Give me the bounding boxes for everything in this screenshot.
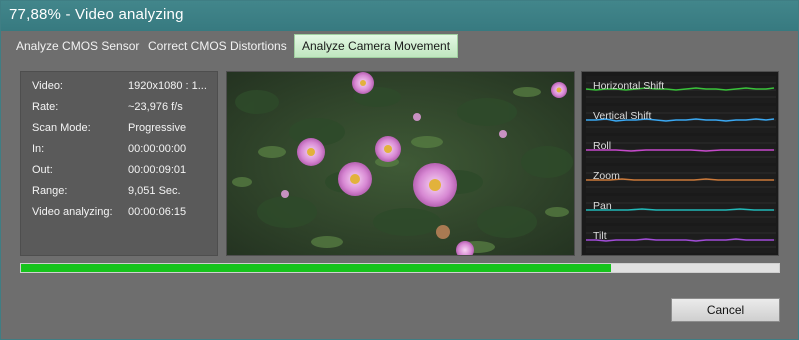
progress-fill: [21, 264, 612, 272]
tab-analyze-camera-movement[interactable]: Analyze Camera Movement: [294, 34, 459, 58]
info-value: ~23,976 f/s: [128, 101, 183, 113]
info-key: Out:: [32, 164, 53, 176]
info-value: 00:00:00:00: [128, 143, 187, 155]
info-value: 9,051 Sec.: [128, 185, 181, 197]
graph-label: Zoom: [593, 170, 620, 182]
graph-label: Tilt: [593, 230, 607, 242]
graph-label: Roll: [593, 140, 612, 152]
window-title: 77,88% - Video analyzing: [9, 6, 184, 23]
title-bar[interactable]: 77,88% - Video analyzing: [1, 1, 798, 31]
info-row-range: Range: 9,051 Sec.: [32, 185, 216, 201]
camera-movement-graphs: Horizontal Shift Vertical Shift Roll Zoo…: [581, 71, 779, 256]
info-key: In:: [32, 143, 45, 155]
info-value: Progressive: [128, 122, 187, 134]
info-key: Rate:: [32, 101, 59, 113]
graph-zoom: Zoom: [586, 166, 776, 193]
graph-pan: Pan: [586, 196, 776, 223]
info-value: 1920x1080 : 1...: [128, 80, 207, 92]
info-row-video-analyzing: Video analyzing: 00:00:06:15: [32, 206, 216, 222]
info-key: Scan Mode:: [32, 122, 91, 134]
graph-horizontal-shift: Horizontal Shift: [586, 76, 776, 103]
tab-correct-cmos-distortions[interactable]: Correct CMOS Distortions: [141, 34, 294, 58]
analysis-progress-bar: [20, 263, 780, 273]
info-row-out: Out: 00:00:09:01: [32, 164, 216, 180]
graph-label: Vertical Shift: [593, 110, 652, 122]
info-row-scan-mode: Scan Mode: Progressive: [32, 122, 216, 138]
graph-plot: [586, 202, 776, 218]
graph-label: Horizontal Shift: [593, 80, 665, 92]
graph-vertical-shift: Vertical Shift: [586, 106, 776, 133]
info-key: Video:: [32, 80, 63, 92]
graph-roll: Roll: [586, 136, 776, 163]
info-row-in: In: 00:00:00:00: [32, 143, 216, 159]
graph-plot: [586, 142, 776, 158]
graph-tilt: Tilt: [586, 226, 776, 253]
info-key: Range:: [32, 185, 68, 197]
video-preview: [226, 71, 575, 256]
info-key: Video analyzing:: [32, 206, 113, 218]
info-row-video: Video: 1920x1080 : 1...: [32, 80, 216, 96]
cancel-button[interactable]: Cancel: [671, 298, 780, 322]
video-frame-image: [227, 72, 574, 255]
info-row-rate: Rate: ~23,976 f/s: [32, 101, 216, 117]
info-value: 00:00:06:15: [128, 206, 187, 218]
graph-plot: [586, 232, 776, 248]
tab-analyze-cmos-sensor[interactable]: Analyze CMOS Sensor: [9, 34, 146, 58]
graph-label: Pan: [593, 200, 612, 212]
info-value: 00:00:09:01: [128, 164, 187, 176]
video-analyzing-window: 77,88% - Video analyzing Analyze CMOS Se…: [0, 0, 799, 340]
video-info-panel: Video: 1920x1080 : 1... Rate: ~23,976 f/…: [20, 71, 218, 256]
